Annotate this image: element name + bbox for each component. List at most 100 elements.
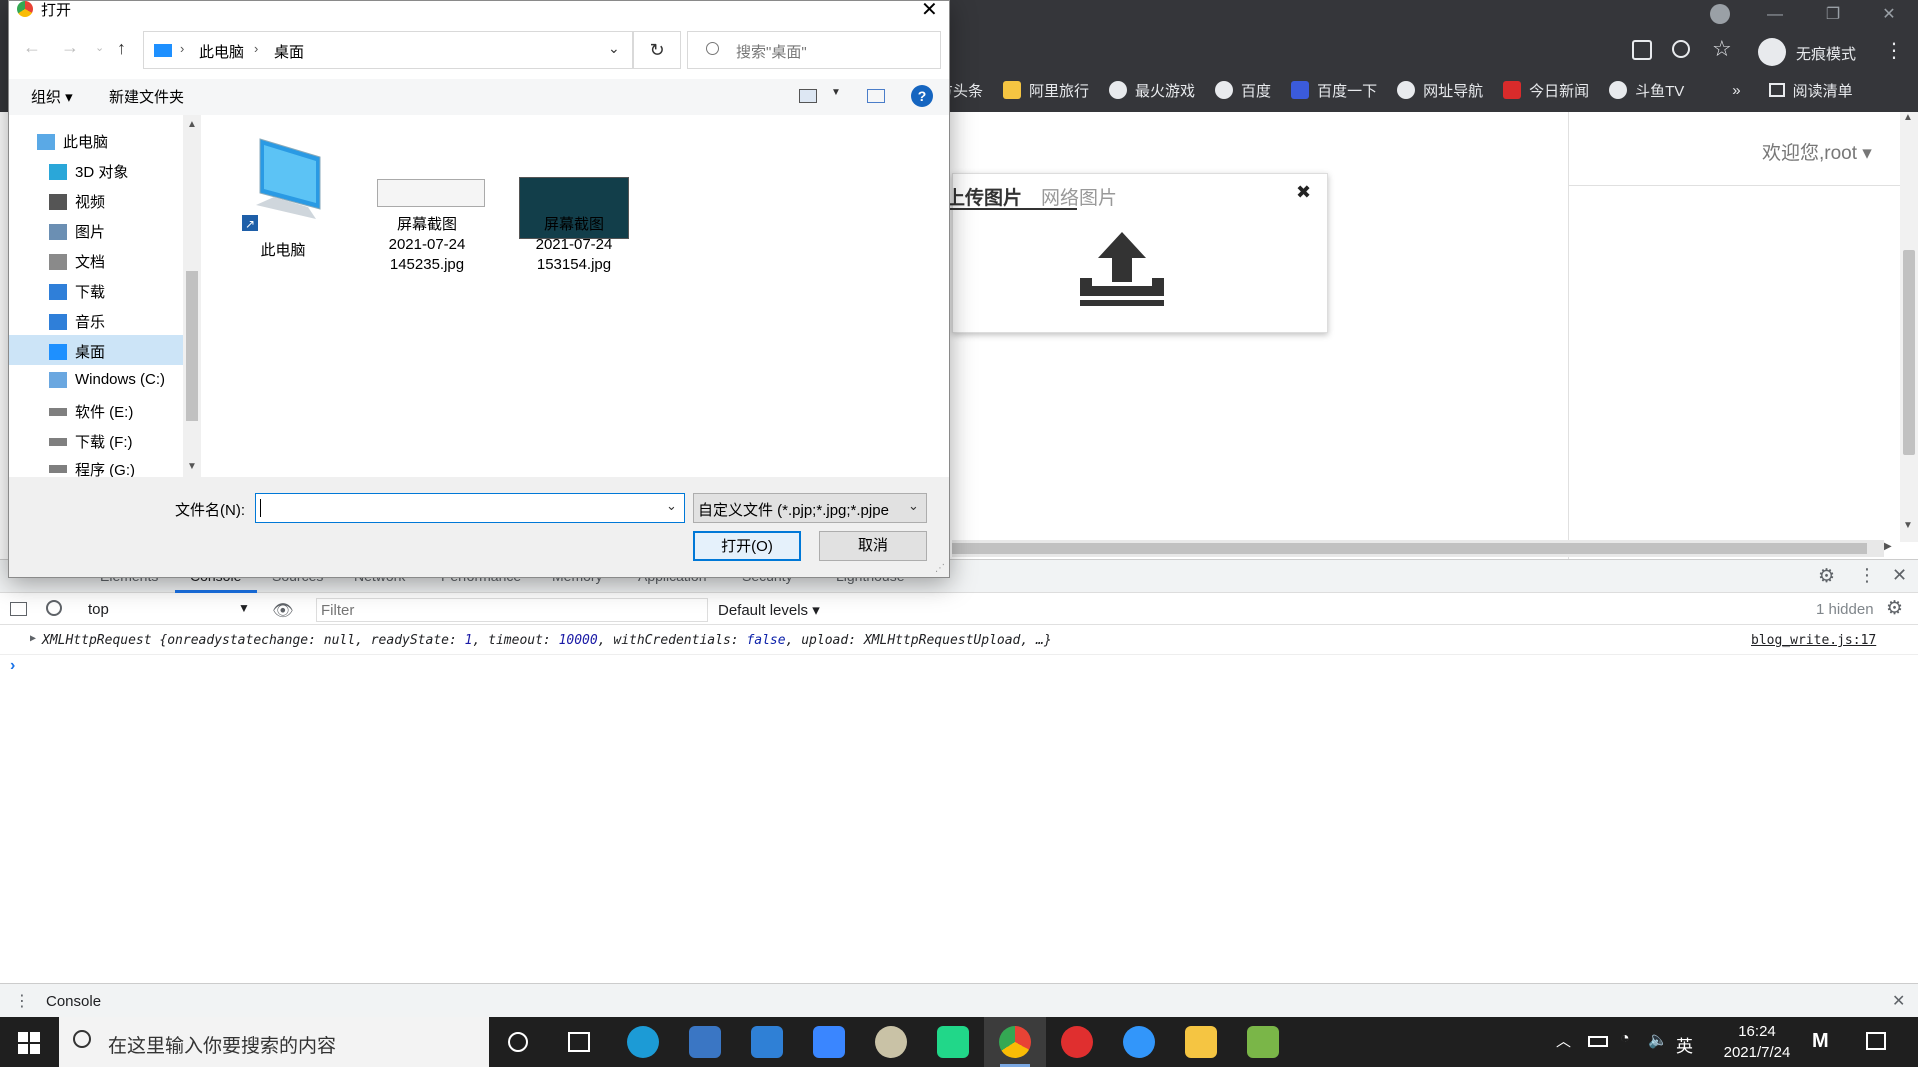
user-menu[interactable]: 欢迎您,root ▾ bbox=[1762, 138, 1872, 165]
scroll-up-arrow-icon[interactable]: ▲ bbox=[1903, 112, 1913, 123]
drawer-tab-console[interactable]: Console bbox=[46, 993, 101, 1010]
scroll-up-arrow-icon[interactable]: ▲ bbox=[187, 119, 197, 130]
taskbar-app-store[interactable] bbox=[674, 1017, 736, 1067]
nav-item-this-pc[interactable]: 此电脑 bbox=[37, 131, 108, 152]
cortana-icon[interactable] bbox=[508, 1032, 528, 1052]
translate-icon[interactable] bbox=[1632, 40, 1652, 60]
taskbar-app-feishu[interactable] bbox=[798, 1017, 860, 1067]
reading-list-button[interactable]: 阅读清单 bbox=[1768, 80, 1853, 101]
sidebar-toggle-icon[interactable] bbox=[10, 602, 27, 616]
open-button[interactable]: 打开(O) bbox=[693, 531, 801, 561]
taskbar-app-notepad[interactable] bbox=[1232, 1017, 1294, 1067]
nav-item-desktop[interactable]: 桌面 bbox=[49, 341, 105, 362]
address-bar[interactable]: › 此电脑 › 桌面 ⌄ bbox=[143, 31, 633, 69]
scrollbar-thumb[interactable] bbox=[952, 543, 1867, 554]
scrollbar-thumb[interactable] bbox=[1903, 250, 1915, 455]
dialog-close-icon[interactable]: ✕ bbox=[921, 0, 938, 22]
cancel-button[interactable]: 取消 bbox=[819, 531, 927, 561]
preview-pane-icon[interactable] bbox=[867, 89, 885, 103]
scroll-down-arrow-icon[interactable]: ▼ bbox=[187, 461, 197, 472]
recent-locations-icon[interactable]: ⌄ bbox=[95, 41, 104, 54]
windows-start-icon[interactable] bbox=[18, 1032, 40, 1054]
bookmarks-overflow-button[interactable]: » bbox=[1732, 82, 1740, 99]
tray-overflow-icon[interactable]: ︿ bbox=[1556, 1030, 1571, 1051]
incognito-label[interactable]: 无痕模式 bbox=[1796, 43, 1856, 64]
bookmark-item[interactable]: 百度一下 bbox=[1291, 80, 1377, 101]
scroll-down-arrow-icon[interactable]: ▼ bbox=[1903, 520, 1913, 531]
breadcrumb-desktop[interactable]: 桌面 bbox=[274, 41, 304, 62]
scroll-right-arrow-icon[interactable]: ▶ bbox=[1884, 541, 1892, 552]
battery-icon[interactable] bbox=[1588, 1036, 1608, 1047]
address-dropdown-icon[interactable]: ⌄ bbox=[608, 40, 620, 57]
taskbar-app-chrome[interactable] bbox=[984, 1017, 1046, 1067]
wifi-icon[interactable]: ◔ bbox=[1620, 1030, 1630, 1048]
file-item-screenshot-2[interactable]: 屏幕截图 2021-07-24 153154.jpg bbox=[519, 177, 629, 275]
taskbar-app-explorer[interactable] bbox=[1170, 1017, 1232, 1067]
filename-input[interactable]: ⌄ bbox=[255, 493, 685, 523]
window-close-icon[interactable]: ✕ bbox=[1866, 0, 1912, 34]
organize-menu[interactable]: 组织 ▾ bbox=[31, 86, 73, 107]
devtools-close-icon[interactable]: ✕ bbox=[1892, 565, 1907, 586]
taskbar-app-edge[interactable] bbox=[612, 1017, 674, 1067]
file-type-dropdown-icon[interactable]: ⌄ bbox=[908, 498, 919, 514]
nav-item-downloads[interactable]: 下载 bbox=[49, 281, 105, 302]
scrollbar-thumb[interactable] bbox=[186, 271, 198, 421]
context-selector[interactable]: top ▼ bbox=[88, 601, 250, 618]
profile-dropdown-icon[interactable] bbox=[1710, 4, 1730, 24]
view-options-icon[interactable] bbox=[799, 89, 817, 103]
bookmark-item[interactable]: 最火游戏 bbox=[1109, 80, 1195, 101]
settings-gear-icon[interactable]: ⚙ bbox=[1818, 565, 1835, 588]
tab-upload-image[interactable]: 上传图片 bbox=[946, 183, 1022, 210]
console-prompt[interactable]: › bbox=[10, 657, 15, 675]
notification-center-icon[interactable] bbox=[1866, 1032, 1886, 1050]
resize-grip-icon[interactable]: ⋰ bbox=[935, 563, 945, 574]
nav-item-drive-c[interactable]: Windows (C:) bbox=[49, 371, 165, 388]
upload-icon[interactable] bbox=[1078, 230, 1166, 308]
nav-item-drive-g[interactable]: 程序 (G:) bbox=[49, 461, 135, 477]
live-expression-eye-icon[interactable]: 👁 bbox=[272, 601, 294, 621]
bookmark-item[interactable]: 今日新闻 bbox=[1503, 80, 1589, 101]
task-view-icon[interactable] bbox=[568, 1032, 590, 1052]
help-icon[interactable]: ? bbox=[911, 85, 933, 107]
modal-close-icon[interactable]: ✖ bbox=[1296, 182, 1311, 203]
taskbar-app-paint[interactable] bbox=[860, 1017, 922, 1067]
ime-indicator[interactable]: 英 bbox=[1676, 1032, 1693, 1057]
log-levels-dropdown[interactable]: Default levels ▾ bbox=[718, 601, 820, 619]
nav-item-videos[interactable]: 视频 bbox=[49, 191, 105, 212]
bookmark-item[interactable]: 阿里旅行 bbox=[1003, 80, 1089, 101]
back-arrow-icon[interactable]: ← bbox=[23, 37, 41, 58]
file-item-screenshot-1[interactable]: 屏幕截图 2021-07-24 145235.jpg bbox=[377, 179, 485, 275]
breadcrumb-this-pc[interactable]: 此电脑 bbox=[199, 41, 244, 62]
nav-item-drive-f[interactable]: 下载 (F:) bbox=[49, 431, 133, 452]
view-dropdown-icon[interactable]: ▼ bbox=[831, 87, 841, 98]
taskbar-clock[interactable]: 16:24 2021/7/24 bbox=[1702, 1021, 1812, 1063]
nav-item-documents[interactable]: 文档 bbox=[49, 251, 105, 272]
new-folder-button[interactable]: 新建文件夹 bbox=[109, 86, 184, 107]
devtools-menu-icon[interactable]: ⋮ bbox=[1858, 565, 1876, 586]
bookmark-star-icon[interactable]: ☆ bbox=[1712, 36, 1732, 62]
console-filter-input[interactable] bbox=[316, 598, 708, 622]
file-item-this-pc[interactable]: ↗ 此电脑 bbox=[233, 135, 333, 261]
filename-dropdown-icon[interactable]: ⌄ bbox=[666, 498, 677, 514]
menu-kebab-icon[interactable]: ⋮ bbox=[1884, 38, 1904, 63]
taskbar-app-dingtalk[interactable] bbox=[1108, 1017, 1170, 1067]
zoom-icon[interactable] bbox=[1672, 40, 1690, 58]
tray-app-icon[interactable]: M bbox=[1812, 1030, 1829, 1053]
forward-arrow-icon[interactable]: → bbox=[61, 37, 79, 58]
expand-triangle-icon[interactable]: ▶ bbox=[30, 633, 36, 644]
tab-network-image[interactable]: 网络图片 bbox=[1041, 183, 1117, 210]
bookmark-item[interactable]: 斗鱼TV bbox=[1609, 80, 1684, 101]
taskbar-app-mail[interactable] bbox=[736, 1017, 798, 1067]
minimize-icon[interactable]: — bbox=[1752, 0, 1798, 34]
bookmark-item[interactable]: 百度 bbox=[1215, 80, 1271, 101]
maximize-icon[interactable]: ❐ bbox=[1810, 0, 1856, 34]
drawer-menu-icon[interactable]: ⋮ bbox=[14, 991, 30, 1011]
clear-console-icon[interactable] bbox=[46, 600, 62, 616]
volume-icon[interactable]: 🔈 bbox=[1648, 1030, 1668, 1050]
up-arrow-icon[interactable]: ↑ bbox=[117, 38, 126, 59]
nav-item-music[interactable]: 音乐 bbox=[49, 311, 105, 332]
taskbar-app-netease-music[interactable] bbox=[1046, 1017, 1108, 1067]
refresh-icon[interactable]: ↻ bbox=[633, 31, 681, 69]
nav-item-pictures[interactable]: 图片 bbox=[49, 221, 105, 242]
nav-item-drive-e[interactable]: 软件 (E:) bbox=[49, 401, 133, 422]
